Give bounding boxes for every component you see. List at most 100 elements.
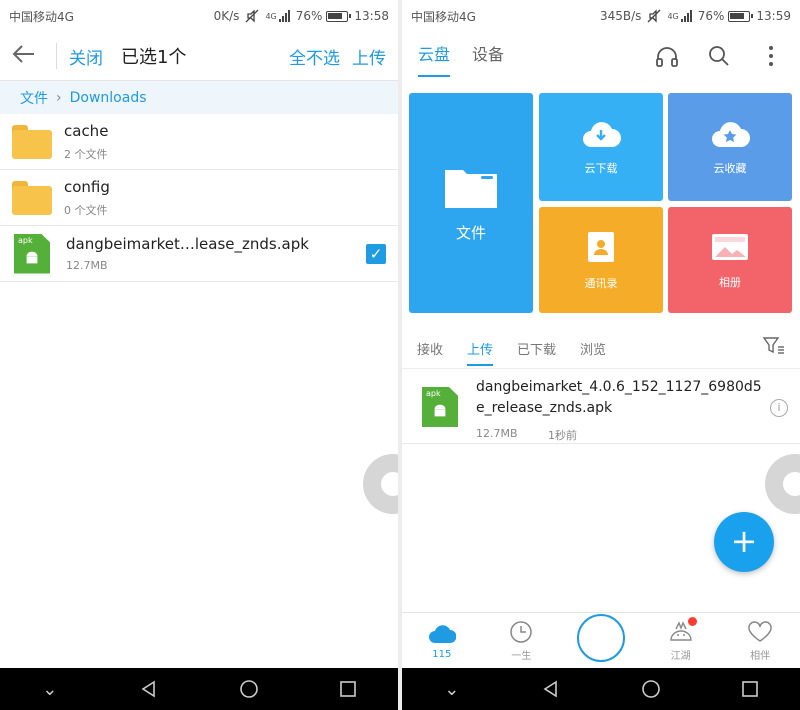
- breadcrumb: 文件 › Downloads: [0, 80, 398, 114]
- headphones-icon[interactable]: [654, 43, 680, 69]
- divider: [56, 43, 57, 69]
- transfer-tabs: 接收 上传 已下载 浏览: [402, 330, 800, 366]
- top-tabs: 云盘 设备: [402, 32, 800, 80]
- back-nav-icon[interactable]: [531, 680, 571, 698]
- tab-community-label: 江湖: [670, 651, 691, 662]
- upload-file-name: dangbeimarket_4.0.6_152_1127_6980d5e_rel…: [476, 379, 762, 416]
- deselect-all-button[interactable]: 全不选: [289, 44, 340, 69]
- tab-115-label: 115: [432, 649, 452, 660]
- tab-upload[interactable]: 上传: [467, 339, 494, 366]
- network-type: 4G: [667, 11, 679, 21]
- apk-badge: apk: [426, 389, 441, 398]
- search-icon[interactable]: [706, 43, 732, 69]
- album-tile[interactable]: 相册: [668, 207, 792, 313]
- apk-file-icon: apk: [14, 233, 50, 274]
- recents-nav-icon[interactable]: [730, 680, 770, 698]
- upload-button[interactable]: 上传: [352, 44, 386, 69]
- chevron-right-icon: ›: [56, 89, 62, 106]
- cloud-download-icon: [581, 119, 621, 152]
- file-count: 0 个文件: [64, 203, 108, 217]
- tab-115[interactable]: 115: [412, 621, 472, 660]
- mute-icon: [647, 9, 661, 23]
- tab-cloud-drive[interactable]: 云盘: [418, 41, 451, 77]
- folder-icon: [12, 124, 52, 159]
- tab-received[interactable]: 接收: [417, 339, 443, 358]
- chevron-down-icon[interactable]: ⌄: [30, 679, 70, 700]
- center-action-button[interactable]: [571, 613, 631, 662]
- battery-icon: [728, 10, 754, 22]
- add-fab-button[interactable]: +: [714, 512, 774, 572]
- file-name: config: [64, 177, 110, 196]
- clock: 13:58: [354, 9, 389, 23]
- feature-grid: 文件 云下载 云收藏 通讯录 相册: [409, 93, 794, 313]
- photo-album-icon: [711, 231, 749, 266]
- clock-icon: [509, 619, 533, 645]
- back-nav-icon[interactable]: [129, 680, 169, 698]
- tab-lifetime[interactable]: 一生: [491, 619, 551, 662]
- carrier-label: 中国移动4G: [411, 9, 476, 24]
- cloud-favorites-tile[interactable]: 云收藏: [668, 93, 792, 201]
- network-type: 4G: [265, 11, 277, 21]
- file-name: cache: [64, 121, 109, 140]
- center-ring-icon: [576, 613, 625, 662]
- selection-title: 已选1个: [121, 47, 187, 68]
- tab-companion[interactable]: 相伴: [730, 619, 790, 662]
- list-item[interactable]: cache 2 个文件: [0, 114, 398, 170]
- list-item[interactable]: config 0 个文件: [0, 170, 398, 226]
- tab-lifetime-label: 一生: [511, 651, 532, 662]
- selected-checkbox[interactable]: ✓: [366, 244, 386, 264]
- carrier-label: 中国移动4G: [9, 9, 74, 24]
- tab-devices[interactable]: 设备: [472, 41, 504, 71]
- file-size: 12.7MB: [66, 259, 108, 272]
- recents-nav-icon[interactable]: [328, 680, 368, 698]
- filter-icon[interactable]: [762, 336, 785, 360]
- floating-assistant-button[interactable]: [363, 454, 398, 514]
- close-button[interactable]: 关闭: [69, 44, 103, 69]
- network-speed: 0K/s: [213, 9, 240, 23]
- back-arrow-icon[interactable]: [12, 41, 52, 71]
- picker-header: 关闭 已选1个 全不选 上传: [0, 32, 398, 80]
- cloud-icon: [428, 621, 456, 647]
- upload-list-item[interactable]: apk dangbeimarket_4.0.6_152_1127_6980d5e…: [402, 368, 800, 444]
- file-count: 2 个文件: [64, 147, 108, 161]
- files-tile[interactable]: 文件: [409, 93, 533, 313]
- heart-icon: [747, 619, 773, 645]
- upload-time: 1秒前: [548, 429, 577, 442]
- cloud-star-icon: [710, 119, 750, 152]
- clock: 13:59: [756, 9, 791, 23]
- home-nav-icon[interactable]: [229, 679, 269, 699]
- tab-community[interactable]: 江湖: [651, 617, 711, 662]
- breadcrumb-current: Downloads: [69, 89, 147, 106]
- more-vertical-icon[interactable]: [758, 43, 784, 69]
- cloud-download-tile[interactable]: 云下载: [539, 93, 663, 201]
- upload-file-size: 12.7MB: [476, 427, 518, 440]
- apk-file-icon: apk: [422, 387, 458, 427]
- file-picker-screen: 中国移动4G 0K/s 4G 76% 13:58 关闭 已选1个 全不选 上传 …: [0, 0, 398, 710]
- list-item[interactable]: apk dangbeimarket…lease_znds.apk 12.7MB …: [0, 226, 398, 282]
- tab-browse[interactable]: 浏览: [580, 339, 606, 358]
- contacts-book-icon: [584, 230, 618, 267]
- info-icon[interactable]: i: [770, 399, 788, 417]
- folder-icon: [12, 180, 52, 215]
- floating-assistant-button[interactable]: [765, 454, 800, 514]
- files-tile-label: 文件: [455, 223, 486, 242]
- cloud-favorites-label: 云收藏: [713, 161, 747, 175]
- status-bar: 中国移动4G 0K/s 4G 76% 13:58: [0, 0, 398, 32]
- tab-companion-label: 相伴: [750, 651, 771, 662]
- mute-icon: [245, 9, 259, 23]
- battery-percent: 76%: [295, 9, 323, 23]
- breadcrumb-root[interactable]: 文件: [20, 88, 48, 108]
- cloud-download-label: 云下载: [584, 161, 618, 175]
- notification-dot: [687, 617, 697, 626]
- tab-downloaded[interactable]: 已下载: [517, 339, 556, 358]
- bottom-tab-bar: 115 一生 江湖 相伴: [402, 612, 800, 668]
- apk-badge: apk: [18, 235, 33, 245]
- contacts-tile[interactable]: 通讯录: [539, 207, 663, 313]
- signal-icon: 4G: [265, 10, 290, 22]
- folder-icon: [443, 164, 499, 214]
- system-nav-bar: ⌄: [0, 668, 398, 710]
- home-nav-icon[interactable]: [631, 679, 671, 699]
- chevron-down-icon[interactable]: ⌄: [432, 679, 472, 700]
- battery-percent: 76%: [697, 9, 725, 23]
- signal-icon: 4G: [667, 10, 692, 22]
